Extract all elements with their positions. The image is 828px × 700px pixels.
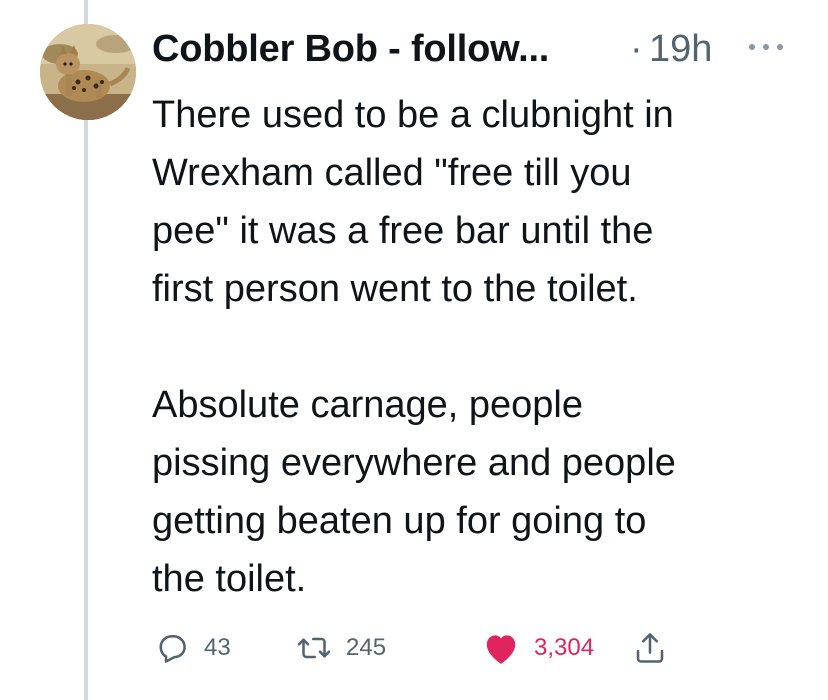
like-button[interactable]: 3,304 xyxy=(482,628,594,668)
timestamp[interactable]: 19h xyxy=(649,28,712,71)
like-count: 3,304 xyxy=(534,634,595,661)
reply-icon xyxy=(159,635,186,663)
retweet-icon xyxy=(297,637,331,659)
share-button[interactable] xyxy=(632,628,668,668)
reply-button[interactable]: 43 xyxy=(154,628,231,668)
wildcat-avatar xyxy=(40,24,136,120)
tweet-header: Cobbler Bob - follow... · 19h xyxy=(152,22,812,74)
tweet-actions: 43 245 3,304 xyxy=(152,628,812,668)
share-icon xyxy=(636,633,664,663)
reply-count: 43 xyxy=(204,634,231,661)
tweet-text: There used to be a clubnight in Wrexham … xyxy=(152,94,676,600)
retweet-button[interactable]: 245 xyxy=(296,628,386,668)
heart-icon xyxy=(486,635,516,664)
more-horizontal-icon[interactable] xyxy=(746,40,786,54)
avatar[interactable] xyxy=(40,24,136,120)
header-separator: · xyxy=(630,28,643,70)
display-name[interactable]: Cobbler Bob - follow... xyxy=(152,28,549,71)
retweet-count: 245 xyxy=(346,634,387,661)
